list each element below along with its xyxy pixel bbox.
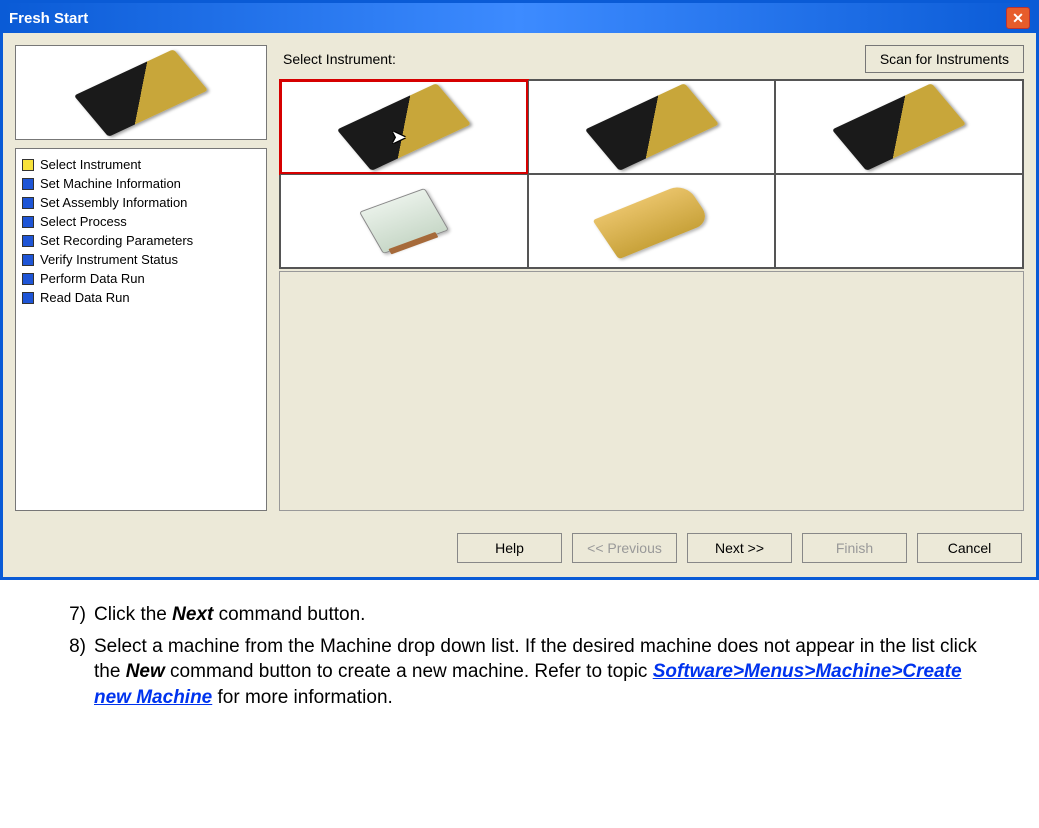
bold-next: Next: [172, 604, 213, 625]
instrument-option-1[interactable]: ➤: [280, 80, 528, 174]
instrument-icon: [592, 183, 711, 259]
item-body: Click the Next command button.: [94, 602, 1001, 628]
instrument-icon: [359, 188, 449, 254]
close-button[interactable]: ✕: [1006, 7, 1030, 29]
cursor-icon: ➤: [391, 127, 406, 148]
step-set-recording-params[interactable]: Set Recording Parameters: [20, 231, 262, 250]
bullet-icon: [22, 159, 34, 171]
fresh-start-dialog: Fresh Start ✕ Select Instrument Set Mach…: [0, 0, 1039, 580]
step-select-instrument[interactable]: Select Instrument: [20, 155, 262, 174]
instrument-icon: [74, 49, 208, 137]
step-verify-instrument[interactable]: Verify Instrument Status: [20, 250, 262, 269]
help-button[interactable]: Help: [457, 533, 562, 563]
bullet-icon: [22, 216, 34, 228]
bullet-icon: [22, 178, 34, 190]
step-set-machine-info[interactable]: Set Machine Information: [20, 174, 262, 193]
instrument-option-2[interactable]: [528, 80, 776, 174]
titlebar: Fresh Start ✕: [3, 3, 1036, 33]
step-select-process[interactable]: Select Process: [20, 212, 262, 231]
bullet-icon: [22, 235, 34, 247]
cancel-button[interactable]: Cancel: [917, 533, 1022, 563]
step-label: Select Process: [40, 214, 127, 229]
finish-button: Finish: [802, 533, 907, 563]
item-body: Select a machine from the Machine drop d…: [94, 634, 1001, 711]
step-label: Verify Instrument Status: [40, 252, 178, 267]
button-bar: Help << Previous Next >> Finish Cancel: [3, 523, 1036, 577]
instrument-icon: [584, 83, 718, 171]
bold-new: New: [126, 661, 165, 682]
step-label: Set Assembly Information: [40, 195, 187, 210]
instrument-option-4[interactable]: [280, 174, 528, 268]
dialog-body: Select Instrument Set Machine Informatio…: [3, 33, 1036, 523]
detail-panel: [279, 271, 1024, 511]
item-number: 7): [60, 602, 94, 628]
item-number: 8): [60, 634, 94, 711]
select-instrument-label: Select Instrument:: [279, 45, 396, 73]
step-perform-data-run[interactable]: Perform Data Run: [20, 269, 262, 288]
text-run: for more information.: [212, 687, 393, 708]
instrument-option-5[interactable]: [528, 174, 776, 268]
instrument-option-6[interactable]: [775, 174, 1023, 268]
previous-button: << Previous: [572, 533, 677, 563]
step-read-data-run[interactable]: Read Data Run: [20, 288, 262, 307]
instrument-icon: [832, 83, 966, 171]
instrument-grid: ➤: [279, 79, 1024, 269]
bullet-icon: [22, 273, 34, 285]
bullet-icon: [22, 197, 34, 209]
next-button[interactable]: Next >>: [687, 533, 792, 563]
close-icon: ✕: [1012, 10, 1024, 27]
bullet-icon: [22, 254, 34, 266]
dialog-title: Fresh Start: [9, 10, 88, 27]
instrument-option-3[interactable]: [775, 80, 1023, 174]
left-column: Select Instrument Set Machine Informatio…: [15, 45, 267, 511]
right-header-row: Select Instrument: Scan for Instruments: [279, 45, 1024, 73]
wizard-steps: Select Instrument Set Machine Informatio…: [15, 148, 267, 511]
step-set-assembly-info[interactable]: Set Assembly Information: [20, 193, 262, 212]
right-column: Select Instrument: Scan for Instruments …: [279, 45, 1024, 511]
scan-instruments-button[interactable]: Scan for Instruments: [865, 45, 1024, 73]
step-label: Perform Data Run: [40, 271, 145, 286]
step-label: Set Machine Information: [40, 176, 181, 191]
text-run: command button.: [213, 604, 365, 625]
instrument-preview: [15, 45, 267, 140]
step-label: Set Recording Parameters: [40, 233, 193, 248]
step-label: Read Data Run: [40, 290, 130, 305]
text-run: command button to create a new machine. …: [165, 661, 653, 682]
instruction-text: 7) Click the Next command button. 8) Sel…: [0, 592, 1039, 737]
step-label: Select Instrument: [40, 157, 141, 172]
bullet-icon: [22, 292, 34, 304]
instruction-item-8: 8) Select a machine from the Machine dro…: [60, 634, 1001, 711]
instruction-item-7: 7) Click the Next command button.: [60, 602, 1001, 628]
text-run: Click the: [94, 604, 172, 625]
